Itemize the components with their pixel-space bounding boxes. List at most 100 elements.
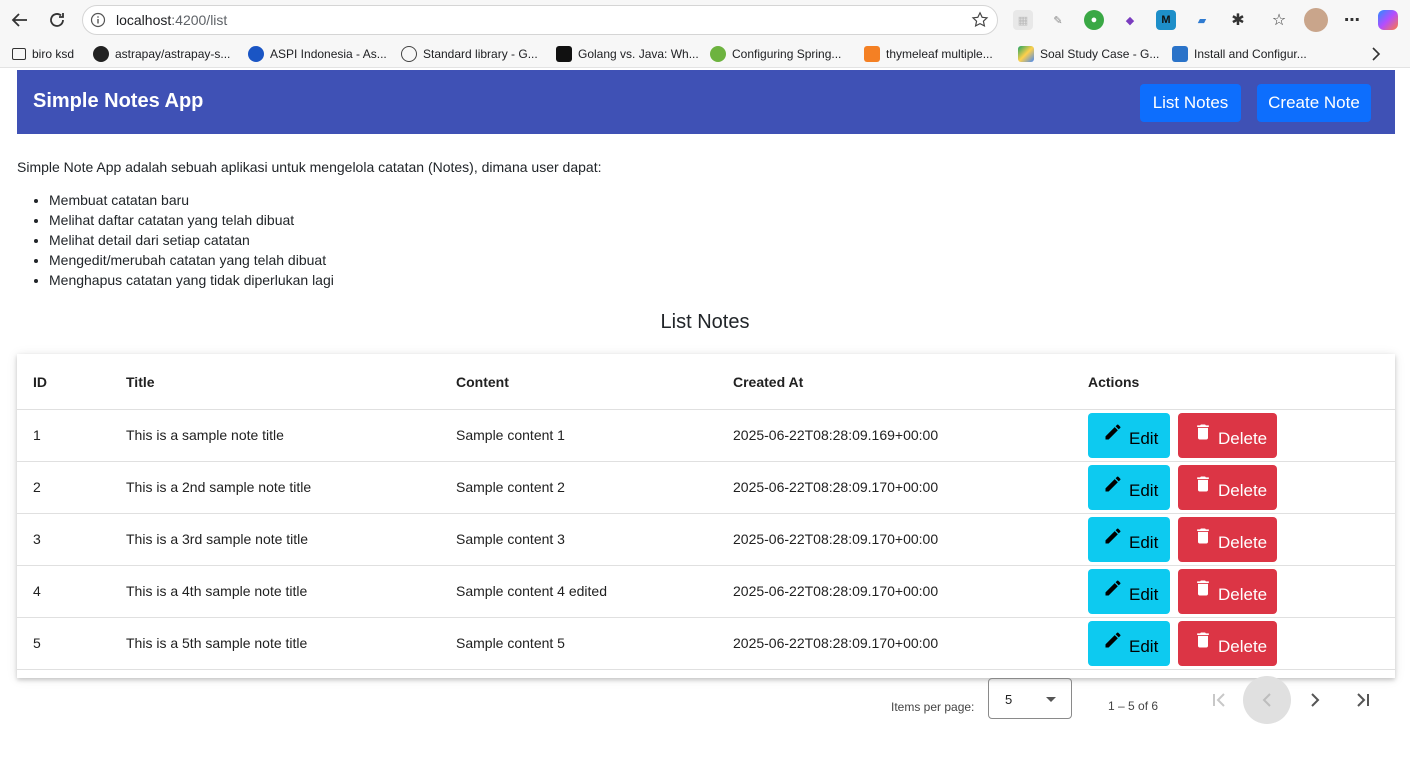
spring-icon xyxy=(710,46,726,62)
edit-label: Edit xyxy=(1129,481,1159,500)
table-header: ID Title Content Created At Actions xyxy=(17,354,1395,410)
feature-item: Menghapus catatan yang tidak diperlukan … xyxy=(49,270,334,290)
bookmark-thymeleaf[interactable]: thymeleaf multiple... xyxy=(864,44,993,64)
bookmark-label: Configuring Spring... xyxy=(732,47,842,61)
brush-icon[interactable]: ✎ xyxy=(1048,10,1068,30)
bookmark-soal-study-case[interactable]: Soal Study Case - G... xyxy=(1018,44,1159,64)
favorites-icon[interactable]: ☆ xyxy=(1269,10,1289,30)
edit-button[interactable]: Edit xyxy=(1088,569,1170,614)
bookmark-golang-java[interactable]: Golang vs. Java: Wh... xyxy=(556,44,699,64)
previous-page-button[interactable] xyxy=(1243,676,1291,724)
m-extension-icon[interactable]: M xyxy=(1156,10,1176,30)
cell-id: 1 xyxy=(33,427,41,443)
bookmark-label: astrapay/astrapay-s... xyxy=(115,47,231,61)
browser-toolbar: localhost:4200/list ▦ ✎ ● ◆ M ▰ ✱ ☆ ⋯ xyxy=(0,0,1410,40)
feature-list: Membuat catatan baru Melihat daftar cata… xyxy=(49,190,334,290)
delete-label: Delete xyxy=(1218,585,1268,604)
app-navbar: Simple Notes App List Notes Create Note xyxy=(17,70,1395,134)
bookmark-spring[interactable]: Configuring Spring... xyxy=(710,44,841,64)
header-actions: Actions xyxy=(1088,374,1140,390)
bookmark-aspi[interactable]: ASPI Indonesia - As... xyxy=(248,44,387,64)
puzzle-icon[interactable]: ✱ xyxy=(1228,10,1248,30)
delete-button[interactable]: Delete xyxy=(1178,465,1277,510)
edit-label: Edit xyxy=(1129,533,1159,552)
trash-icon xyxy=(1197,476,1209,492)
trash-icon xyxy=(1197,632,1209,648)
cell-content: Sample content 3 xyxy=(456,531,565,547)
cell-created-at: 2025-06-22T08:28:09.169+00:00 xyxy=(733,427,939,443)
back-button[interactable] xyxy=(4,4,36,36)
bookmark-label: Standard library - G... xyxy=(423,47,538,61)
header-content: Content xyxy=(456,374,509,390)
bookmark-label: biro ksd xyxy=(32,47,75,61)
feature-item: Mengedit/merubah catatan yang telah dibu… xyxy=(49,250,334,270)
edit-button[interactable]: Edit xyxy=(1088,413,1170,458)
bookmark-star-icon[interactable] xyxy=(971,11,989,29)
delete-button[interactable]: Delete xyxy=(1178,517,1277,562)
edit-label: Edit xyxy=(1129,637,1159,656)
bookmarks-bar: biro ksd astrapay/astrapay-s... ASPI Ind… xyxy=(0,40,1410,68)
delete-button[interactable]: Delete xyxy=(1178,621,1277,666)
cell-content: Sample content 4 edited xyxy=(456,583,607,599)
create-note-button[interactable]: Create Note xyxy=(1257,84,1371,122)
edit-label: Edit xyxy=(1129,429,1159,448)
purple-extension-icon[interactable]: ◆ xyxy=(1120,10,1140,30)
bookmark-astrapay[interactable]: astrapay/astrapay-s... xyxy=(93,44,230,64)
site-info-icon[interactable] xyxy=(90,12,106,28)
reload-button[interactable] xyxy=(41,4,73,36)
cell-id: 2 xyxy=(33,479,41,495)
edit-label: Edit xyxy=(1129,585,1159,604)
app-brand[interactable]: Simple Notes App xyxy=(33,90,203,113)
url-text: localhost:4200/list xyxy=(116,12,227,28)
dropdown-caret-icon xyxy=(1046,697,1056,702)
bookmark-standard-library[interactable]: Standard library - G... xyxy=(401,44,538,64)
tag-extension-icon[interactable]: ▰ xyxy=(1192,10,1212,30)
cell-id: 5 xyxy=(33,635,41,651)
cell-content: Sample content 5 xyxy=(456,635,565,651)
edit-button[interactable]: Edit xyxy=(1088,465,1170,510)
copilot-icon[interactable] xyxy=(1378,10,1398,30)
table-row: 4 This is a 4th sample note title Sample c… xyxy=(17,566,1395,618)
address-bar[interactable]: localhost:4200/list xyxy=(82,5,998,35)
bookmark-biro-ksd[interactable]: biro ksd xyxy=(12,44,74,64)
edit-button[interactable]: Edit xyxy=(1088,621,1170,666)
cell-content: Sample content 1 xyxy=(456,427,565,443)
green-extension-icon[interactable]: ● xyxy=(1084,10,1104,30)
medium-icon xyxy=(556,46,572,62)
table-row: 3 This is a 3rd sample note title Sample c… xyxy=(17,514,1395,566)
globe-icon xyxy=(401,46,417,62)
feature-item: Melihat daftar catatan yang telah dibuat xyxy=(49,210,334,230)
github-icon xyxy=(93,46,109,62)
extension-icon[interactable]: ▦ xyxy=(1013,10,1033,30)
delete-button[interactable]: Delete xyxy=(1178,413,1277,458)
edit-button[interactable]: Edit xyxy=(1088,517,1170,562)
last-page-button[interactable] xyxy=(1339,676,1387,724)
bookmark-install-configure[interactable]: Install and Configur... xyxy=(1172,44,1307,64)
intro-text: Simple Note App adalah sebuah aplikasi u… xyxy=(17,159,602,175)
list-notes-button[interactable]: List Notes xyxy=(1140,84,1241,122)
cell-created-at: 2025-06-22T08:28:09.170+00:00 xyxy=(733,531,939,547)
table-row: 2 This is a 2nd sample note title Sample c… xyxy=(17,462,1395,514)
chevron-right-icon[interactable] xyxy=(1368,46,1384,62)
wiki-icon xyxy=(1172,46,1188,62)
table-row: 5 This is a 5th sample note title Sample c… xyxy=(17,618,1395,670)
table-row: 1 This is a sample note title Sample conte… xyxy=(17,410,1395,462)
next-page-button[interactable] xyxy=(1291,676,1339,724)
more-menu-icon[interactable]: ⋯ xyxy=(1342,10,1362,30)
header-title: Title xyxy=(126,374,155,390)
page-size-value: 5 xyxy=(1005,692,1013,707)
google-drive-icon xyxy=(1018,46,1034,62)
section-title: List Notes xyxy=(660,311,750,333)
page-size-select[interactable]: 5 xyxy=(988,678,1072,719)
cell-created-at: 2025-06-22T08:28:09.170+00:00 xyxy=(733,479,939,495)
bookmark-label: Golang vs. Java: Wh... xyxy=(578,47,699,61)
delete-button[interactable]: Delete xyxy=(1178,569,1277,614)
first-page-button[interactable] xyxy=(1195,676,1243,724)
chevron-left-icon xyxy=(1262,693,1271,707)
delete-label: Delete xyxy=(1218,637,1268,656)
trash-icon xyxy=(1197,424,1209,440)
pencil-icon xyxy=(1105,528,1121,544)
feature-item: Melihat detail dari setiap catatan xyxy=(49,230,334,250)
header-created-at: Created At xyxy=(733,374,804,390)
profile-avatar[interactable] xyxy=(1304,8,1328,32)
